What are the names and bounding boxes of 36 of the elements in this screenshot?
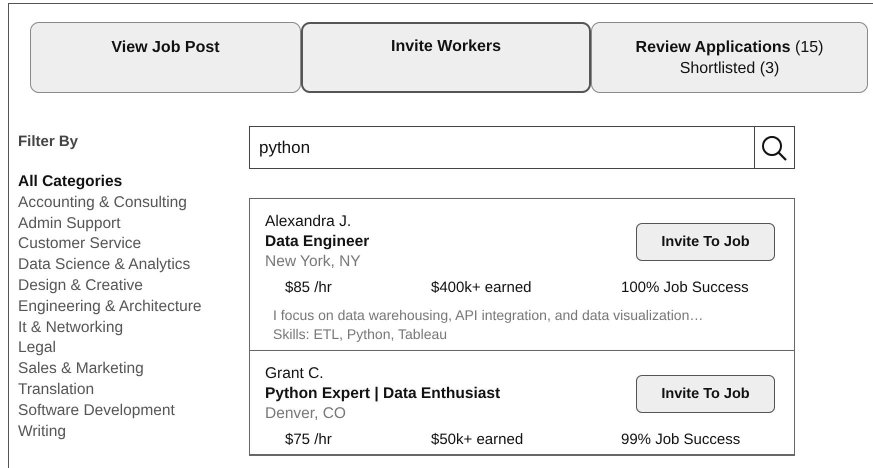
freelancer-skills: Skills: ETL, Python, Tableau (272, 325, 448, 344)
freelancer-name: Grant C. (265, 365, 325, 383)
category-item[interactable]: Accounting & Consulting (18, 192, 249, 214)
category-item[interactable]: Translation (18, 380, 249, 401)
job-success: 99% Job Success (621, 431, 740, 448)
total-earned: $50k+ earned (431, 431, 524, 448)
search-button[interactable] (754, 126, 795, 169)
freelancer-title: Data Engineer (265, 233, 370, 251)
category-item[interactable]: Admin Support (18, 214, 249, 234)
invite-button[interactable]: Invite To Job (636, 223, 775, 261)
category-item[interactable]: Software Development (18, 400, 249, 422)
hourly-rate: $85 /hr (285, 279, 333, 296)
category-item[interactable]: Design & Creative (18, 276, 249, 297)
category-item[interactable]: It & Networking (18, 318, 249, 338)
search-icon (760, 134, 788, 162)
category-item[interactable]: Customer Service (18, 234, 249, 256)
job-success: 100% Job Success (621, 279, 749, 296)
invite-button[interactable]: Invite To Job (636, 375, 775, 413)
freelancer-location: Denver, CO (265, 405, 347, 423)
freelancer-location: New York, NY (265, 253, 362, 271)
tab[interactable]: View Job Post (30, 22, 301, 93)
hourly-rate: $75 /hr (285, 431, 333, 448)
filter-title: Filter By (18, 133, 80, 150)
category-item[interactable]: Engineering & Architecture (18, 296, 249, 318)
category-item[interactable]: Sales & Marketing (18, 359, 249, 380)
category-item[interactable]: Data Science & Analytics (18, 255, 249, 276)
category-item[interactable]: Legal (18, 338, 249, 360)
total-earned: $400k+ earned (431, 279, 533, 296)
freelancer-name: Alexandra J. (265, 213, 352, 231)
category-item[interactable]: Writing (18, 422, 249, 442)
category-item[interactable]: All Categories (18, 172, 249, 193)
freelancer-title: Python Expert | Data Enthusiast (265, 385, 500, 403)
tab[interactable]: Invite Workers (301, 22, 591, 93)
tab[interactable]: Review Applications (15) Shortlisted (3) (591, 22, 868, 93)
freelancer-description: I focus on data warehousing, API integration, and data visualization… (272, 306, 704, 325)
search-field[interactable]: python (249, 126, 755, 169)
